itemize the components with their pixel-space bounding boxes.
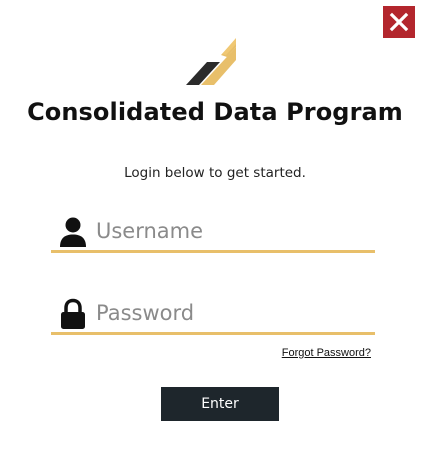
forgot-password-link[interactable]: Forgot Password? <box>200 347 371 359</box>
login-subtitle: Login below to get started. <box>124 165 306 181</box>
logo-icon <box>186 38 244 86</box>
app-title: Consolidated Data Program <box>27 98 403 126</box>
username-field <box>51 214 375 253</box>
lock-icon <box>59 298 87 330</box>
password-field <box>51 296 375 335</box>
close-icon <box>389 12 409 32</box>
password-input[interactable] <box>96 298 366 328</box>
enter-button[interactable]: Enter <box>161 387 279 421</box>
close-button[interactable] <box>383 6 415 38</box>
user-icon <box>59 216 87 248</box>
username-input[interactable] <box>96 216 366 246</box>
